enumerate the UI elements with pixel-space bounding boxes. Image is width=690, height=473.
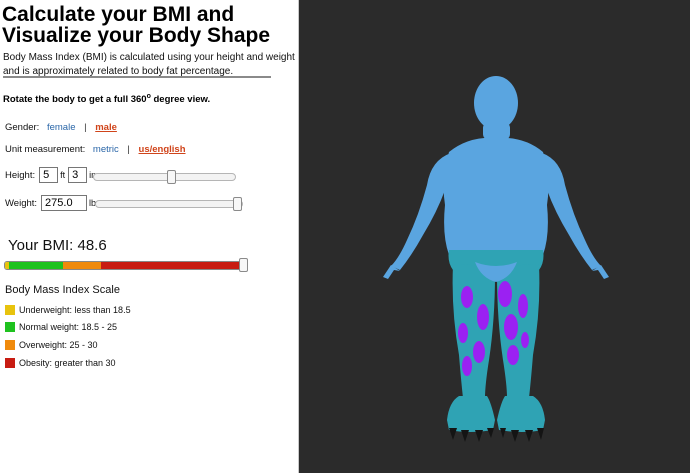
units-separator: | [127,144,130,155]
bmi-bar-obesity [101,262,245,269]
weight-slider[interactable] [95,197,243,211]
bmi-bar-overweight [63,262,101,269]
foot-claws [449,428,544,442]
scale-item-label: Normal weight: 18.5 - 25 [19,322,118,332]
units-row: Unit measurement: metric | us/english [5,144,186,155]
spot [498,281,512,307]
claw [475,430,483,442]
body-skin [383,76,609,279]
units-option-metric[interactable]: metric [93,144,119,155]
weight-row: Weight: lb [5,195,99,211]
claw [537,428,544,440]
scale-item-overweight: Overweight: 25 - 30 [5,340,98,350]
claw [449,428,457,440]
spot [477,304,489,330]
intro-text: Body Mass Index (BMI) is calculated usin… [3,52,295,77]
3d-body-viewer[interactable] [299,0,690,473]
bmi-label: Your BMI: [8,237,74,254]
height-feet-unit: ft [60,170,66,180]
neck [483,122,510,140]
head [474,76,518,130]
bmi-scale-bar [4,261,246,270]
spot [461,286,473,308]
bmi-value: 48.6 [77,237,107,254]
bmi-result: Your BMI: 48.6 [8,237,107,254]
scale-item-normal: Normal weight: 18.5 - 25 [5,322,117,332]
spot [521,332,529,348]
height-slider-thumb[interactable] [167,170,176,184]
right-foot [497,396,545,432]
spot [458,323,468,343]
spot [507,345,519,365]
weight-label: Weight: [5,197,38,209]
claw [525,430,533,442]
swatch-overweight [5,340,15,350]
bmi-indicator-thumb[interactable] [239,258,248,272]
divider [3,76,271,78]
spot [462,356,472,376]
scale-item-underweight: Underweight: less than 18.5 [5,305,131,315]
left-arm [391,153,451,270]
scale-item-label: Overweight: 25 - 30 [19,340,98,350]
spot [518,294,528,318]
gender-label: Gender: [5,122,40,133]
body-model[interactable] [299,0,690,473]
height-inches-input[interactable] [68,167,88,183]
height-label: Height: [5,169,36,181]
controls-panel: Calculate your BMI and Visualize your Bo… [0,0,299,473]
rotate-hint-suffix: degree view. [150,94,211,106]
spot [473,341,485,363]
spot [504,314,518,340]
bmi-bar-normal [9,262,63,269]
units-label: Unit measurement: [5,144,86,155]
weight-slider-thumb[interactable] [233,197,242,211]
swatch-underweight [5,305,15,315]
swatch-normal [5,322,15,332]
claw [511,430,519,442]
gender-option-male[interactable]: male [95,122,117,133]
gender-option-female[interactable]: female [47,122,76,133]
weight-input[interactable] [41,195,88,211]
scale-item-label: Obesity: greater than 30 [19,358,116,368]
rotate-hint-prefix: Rotate the body to get a full 360 [3,94,147,106]
units-option-us-english[interactable]: us/english [139,144,186,155]
right-arm [542,153,601,270]
rotate-hint: Rotate the body to get a full 360o degre… [3,93,210,105]
claw [500,428,506,438]
torso [443,137,549,255]
left-foot [447,396,495,432]
claw [487,428,494,438]
claw [461,430,469,442]
swatch-obesity [5,358,15,368]
scale-item-label: Underweight: less than 18.5 [19,305,131,315]
scale-item-obesity: Obesity: greater than 30 [5,358,116,368]
height-slider[interactable] [93,170,236,184]
gender-separator: | [84,122,87,133]
height-feet-input[interactable] [39,167,59,183]
page-title: Calculate your BMI and Visualize your Bo… [2,3,271,47]
scale-title: Body Mass Index Scale [5,284,120,296]
gender-row: Gender: female | male [5,122,117,133]
height-row: Height: ft in [5,167,99,183]
